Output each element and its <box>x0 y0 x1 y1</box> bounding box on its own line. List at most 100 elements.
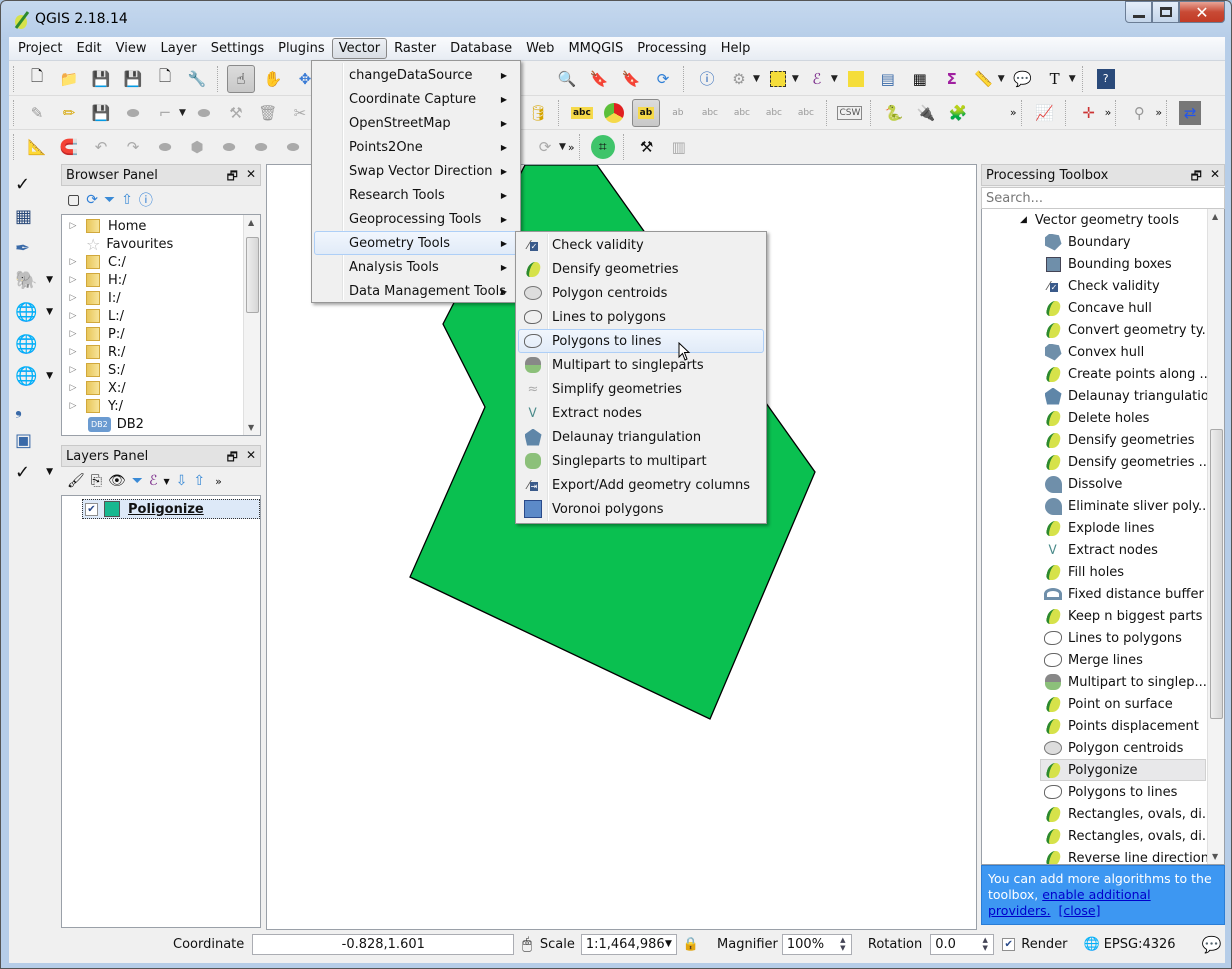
add-part-button[interactable]: ⬬ <box>247 133 275 161</box>
statistics-button[interactable]: Σ <box>938 65 966 93</box>
crosshair-button[interactable]: ✛ <box>1075 99 1103 127</box>
vector-menu-item[interactable]: Research Tools ▶ <box>314 183 518 207</box>
collapse-all-icon[interactable]: ⇧ <box>121 192 133 208</box>
magnifier-spin-buttons[interactable]: ▲ ▼ <box>836 935 850 954</box>
refresh-button[interactable]: ⟳ <box>649 65 677 93</box>
expand-icon[interactable]: ▷ <box>66 329 80 339</box>
add-virtual-layer-button[interactable]: ▣ <box>9 425 49 455</box>
toolbox-algorithm[interactable]: Bounding boxes <box>982 253 1224 275</box>
deselect-button[interactable] <box>842 65 870 93</box>
expand-icon[interactable]: ▷ <box>66 383 80 393</box>
save-edits-button[interactable]: 💾 <box>87 99 115 127</box>
browser-item[interactable]: ☆ Favourites <box>62 235 260 254</box>
save-as-button[interactable]: 💾 <box>119 65 147 93</box>
browser-item[interactable]: ▷ H:/ <box>62 271 260 289</box>
new-project-button[interactable]: 🗋 <box>23 65 51 93</box>
float-icon[interactable]: 🗗 <box>227 448 238 469</box>
chevron-down-icon[interactable]: ▼ <box>998 74 1005 84</box>
toggle-editing-button[interactable]: ✏ <box>55 99 83 127</box>
browser-item[interactable]: ▷ L:/ <box>62 307 260 325</box>
toolbox-scrollbar[interactable]: ▲ ▼ <box>1207 209 1224 864</box>
geometry-menu-item[interactable]: Multipart to singleparts <box>518 353 764 377</box>
rotate-label-button[interactable]: abc <box>760 99 788 127</box>
help-button[interactable]: ? <box>1092 65 1120 93</box>
measure-button[interactable]: 📏 <box>970 65 998 93</box>
geometry-menu-item[interactable]: ≈ Simplify geometries <box>518 377 764 401</box>
undo-button[interactable]: ↶ <box>87 133 115 161</box>
toolbox-algorithm[interactable]: Boundary <box>982 231 1224 253</box>
expand-icon[interactable]: ▷ <box>66 311 80 321</box>
georeferencer-button[interactable]: ⚒ <box>633 133 661 161</box>
pan-map-button[interactable]: ✋ <box>259 65 287 93</box>
menu-project[interactable]: Project <box>11 38 69 59</box>
vector-menu-item[interactable]: Geometry Tools ▶ <box>314 231 518 255</box>
geometry-menu-item[interactable]: Voronoi polygons <box>518 497 764 521</box>
node-edit-button[interactable]: ⚒ <box>222 99 250 127</box>
geometry-menu-item[interactable]: Lines to polygons <box>518 305 764 329</box>
lock-icon[interactable]: 🔒 <box>683 937 699 952</box>
close-icon[interactable]: ✕ <box>1210 167 1220 188</box>
pin-labels-button[interactable]: ab <box>664 99 692 127</box>
more-icon[interactable]: » <box>215 475 222 488</box>
eyedropper-button[interactable]: ⚲ <box>1125 99 1153 127</box>
scale-combobox[interactable]: 1:1,464,986 ▼ <box>580 933 677 955</box>
browser-item[interactable]: ▷ R:/ <box>62 343 260 361</box>
menu-database[interactable]: Database <box>443 38 519 59</box>
toolbox-group[interactable]: ◢ Vector geometry tools <box>982 209 1224 231</box>
print-atlas-button[interactable]: ▥ <box>665 133 693 161</box>
profile-tool-button[interactable]: 📈 <box>1031 99 1059 127</box>
add-ring-button[interactable]: ⬬ <box>215 133 243 161</box>
layer-labeling-button[interactable]: abc <box>568 99 596 127</box>
menu-vector[interactable]: Vector <box>331 38 388 59</box>
toolbox-algorithm[interactable]: Point on surface <box>982 693 1224 715</box>
expression-filter-icon[interactable]: ℰ <box>149 473 157 489</box>
crs-globe-icon[interactable]: 🌐 <box>1084 937 1100 952</box>
touch-zoom-pan-button[interactable]: ☝ <box>227 64 255 93</box>
advanced-digitizing-button[interactable]: 📐 <box>23 133 51 161</box>
toolbox-algorithm[interactable]: Polygonize <box>1040 759 1206 781</box>
plugin-button[interactable]: 🧩 <box>944 99 972 127</box>
toolbox-algorithm[interactable]: ⁄✓ Check validity <box>982 275 1224 297</box>
toolbox-algorithm[interactable]: Polygon centroids <box>982 737 1224 759</box>
add-feature-button[interactable]: ⬬ <box>119 99 147 127</box>
toolbox-search-input[interactable]: Search... <box>981 187 1225 209</box>
rotate-point-button[interactable]: ⟳ <box>531 133 559 161</box>
delete-selected-button[interactable]: 🗑 <box>254 99 282 127</box>
select-by-expression-button[interactable]: ℰ <box>803 65 831 93</box>
menu-help[interactable]: Help <box>714 38 758 59</box>
toolbox-algorithm[interactable]: Points displacement <box>982 715 1224 737</box>
coordinate-field[interactable]: -0.828,1.601 <box>252 933 515 955</box>
vector-menu-item[interactable]: changeDataSource ▶ <box>314 63 518 87</box>
cut-features-button[interactable]: ✂ <box>286 99 314 127</box>
chevron-down-icon[interactable]: ▼ <box>831 74 838 84</box>
add-selected-icon[interactable]: ▢ <box>67 192 80 208</box>
diagram-button[interactable] <box>600 99 628 127</box>
chevron-down-icon[interactable]: ▼ <box>1069 74 1076 84</box>
add-wms-button[interactable]: 🌐 ▼ <box>9 297 53 327</box>
vector-menu-item[interactable]: Points2One ▶ <box>314 135 518 159</box>
move-feature-button[interactable]: ⬬ <box>190 99 218 127</box>
expand-icon[interactable]: ▷ <box>66 293 80 303</box>
simplify-feature-button[interactable]: ⬢ <box>183 133 211 161</box>
change-label-button[interactable]: abc <box>792 99 820 127</box>
move-label-button[interactable]: abc <box>728 99 756 127</box>
map-tips-button[interactable]: 💬 <box>1009 65 1037 93</box>
add-raster-layer-button[interactable]: ▦ <box>9 201 49 231</box>
toolbox-algorithm[interactable]: Rectangles, ovals, di... <box>982 803 1224 825</box>
close-icon[interactable]: ✕ <box>246 448 256 469</box>
plugin-reloader-button[interactable]: 🔌 <box>912 99 940 127</box>
geometry-menu-item[interactable]: Ꮩ Extract nodes <box>518 401 764 425</box>
geometry-menu-item[interactable]: Densify geometries <box>518 257 764 281</box>
more-tools-icon[interactable]: » <box>1010 106 1017 119</box>
swap-direction-button[interactable]: ⇄ <box>1176 99 1204 127</box>
browser-item[interactable]: ▷ P:/ <box>62 325 260 343</box>
toolbox-algorithm[interactable]: Fill holes <box>982 561 1224 583</box>
menu-processing[interactable]: Processing <box>630 38 713 59</box>
toolbox-algorithm[interactable]: Lines to polygons <box>982 627 1224 649</box>
toolbox-algorithm[interactable]: Create points along ... <box>982 363 1224 385</box>
browser-item[interactable]: ▷ Home <box>62 217 260 235</box>
more-tools-icon[interactable]: » <box>1105 106 1112 119</box>
vector-menu-item[interactable]: Swap Vector Direction ▶ <box>314 159 518 183</box>
filter-icon[interactable]: ⏷ <box>104 192 115 208</box>
toolbox-algorithm[interactable]: Densify geometries <box>982 429 1224 451</box>
